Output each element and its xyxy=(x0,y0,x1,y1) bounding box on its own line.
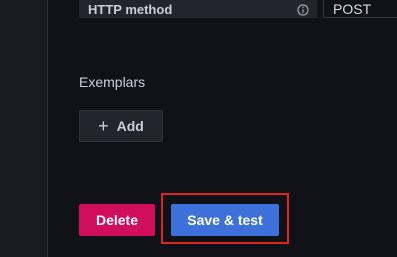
add-button-label: Add xyxy=(116,118,144,134)
save-and-test-button[interactable]: Save & test xyxy=(171,204,279,236)
plus-icon: + xyxy=(98,116,109,136)
sidebar xyxy=(0,0,48,257)
exemplars-heading: Exemplars xyxy=(79,74,146,90)
http-method-value: POST xyxy=(333,0,372,17)
http-method-label: HTTP method xyxy=(79,0,318,18)
delete-button-label: Delete xyxy=(95,212,139,228)
save-button-label: Save & test xyxy=(187,212,263,228)
add-exemplar-button[interactable]: + Add xyxy=(79,110,163,142)
delete-button[interactable]: Delete xyxy=(79,204,155,236)
http-method-label-text: HTTP method xyxy=(88,1,173,17)
info-icon[interactable] xyxy=(297,3,309,16)
http-method-select[interactable]: POST xyxy=(323,0,397,18)
